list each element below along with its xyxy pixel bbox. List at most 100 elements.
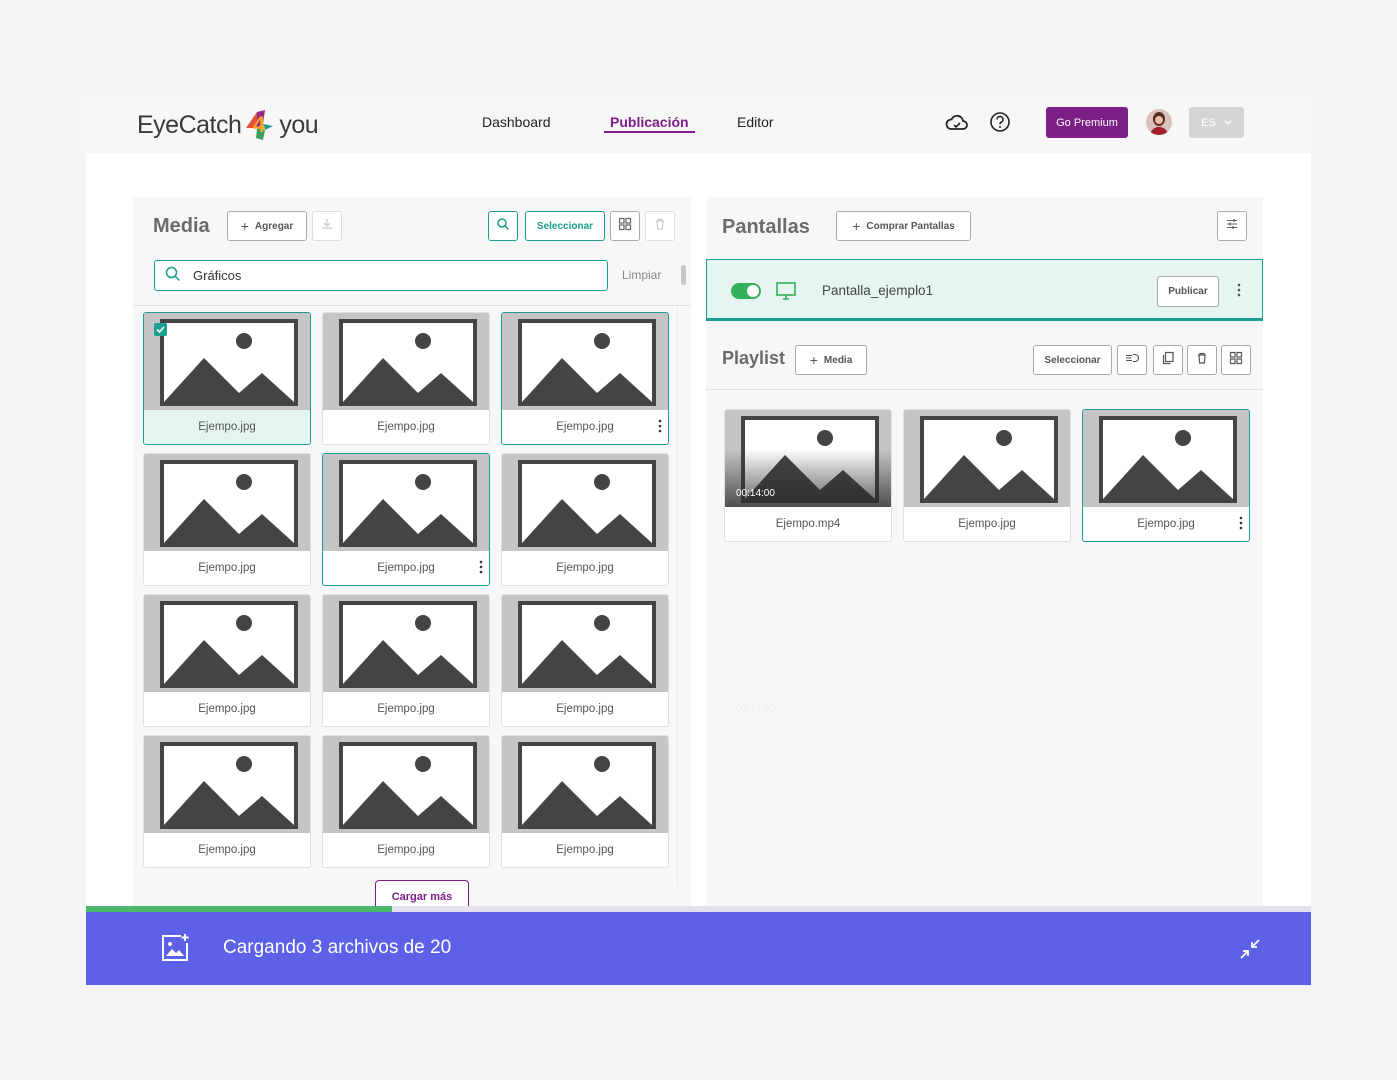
- media-card[interactable]: Ejempo.jpg: [322, 312, 490, 445]
- nav-dashboard[interactable]: Dashboard: [482, 114, 551, 130]
- ghost-timecode: 00:14:00: [736, 703, 775, 714]
- media-filename: Ejempo.jpg: [556, 844, 614, 856]
- playlist-grid-button[interactable]: [1221, 345, 1251, 375]
- more-vert-icon[interactable]: [1239, 516, 1243, 530]
- media-filename: Ejempo.jpg: [556, 562, 614, 574]
- playlist-card[interactable]: Ejempo.jpg: [903, 409, 1071, 542]
- image-placeholder-icon: [518, 742, 656, 829]
- buy-screens-label: Comprar Pantallas: [866, 220, 955, 232]
- playlist-select-button[interactable]: Seleccionar: [1033, 345, 1112, 375]
- image-placeholder-icon: [160, 319, 298, 406]
- language-value: ES: [1201, 116, 1216, 129]
- media-panel: Media + Agregar Seleccionar Gráficos Lim…: [133, 197, 691, 917]
- app-window: EyeCatch 4 you Dashboard Publicación Edi…: [86, 95, 1311, 985]
- copy-icon: [1161, 351, 1175, 370]
- media-filename: Ejempo.jpg: [377, 703, 435, 715]
- screen-row[interactable]: Pantalla_ejemplo1 Publicar: [706, 259, 1263, 321]
- brand-logo[interactable]: EyeCatch 4 you: [137, 107, 319, 143]
- search-value: Gráficos: [193, 268, 242, 283]
- image-placeholder-icon: [160, 601, 298, 688]
- upload-status-text: Cargando 3 archivos de 20: [223, 937, 452, 958]
- screen-settings-button[interactable]: [1217, 211, 1247, 241]
- more-vert-icon[interactable]: [658, 419, 662, 433]
- media-card[interactable]: Ejempo.jpg: [143, 735, 311, 868]
- media-card[interactable]: Ejempo.jpg: [501, 735, 669, 868]
- thumbnail: [144, 313, 310, 410]
- playlist-filename: Ejempo.jpg: [1137, 518, 1195, 530]
- media-card[interactable]: Ejempo.jpg: [501, 594, 669, 727]
- nav-editor[interactable]: Editor: [737, 114, 774, 130]
- thumbnail: [1083, 410, 1249, 507]
- thumbnail: [502, 736, 668, 833]
- playlist-filename: Ejempo.mp4: [775, 518, 841, 530]
- checkbox-checked-icon[interactable]: [154, 323, 167, 336]
- search-toggle-button[interactable]: [488, 211, 518, 241]
- delete-media-button[interactable]: [645, 211, 675, 241]
- playlist-card[interactable]: Ejempo.jpg: [1082, 409, 1250, 542]
- thumbnail: [502, 595, 668, 692]
- screen-toggle[interactable]: [731, 283, 761, 299]
- thumbnail: [323, 454, 489, 551]
- minimize-icon[interactable]: [1239, 938, 1261, 965]
- media-scrollbar[interactable]: [681, 265, 686, 285]
- more-vert-icon[interactable]: [1237, 283, 1241, 302]
- media-card[interactable]: Ejempo.jpg: [322, 594, 490, 727]
- add-media-button[interactable]: + Agregar: [227, 211, 307, 241]
- playlist-delete-button[interactable]: [1187, 345, 1217, 375]
- download-button[interactable]: [312, 211, 342, 241]
- media-filename: Ejempo.jpg: [198, 562, 256, 574]
- language-select[interactable]: ES: [1189, 107, 1244, 138]
- image-placeholder-icon: [920, 416, 1058, 503]
- go-premium-button[interactable]: Go Premium: [1046, 107, 1128, 138]
- add-playlist-media-label: Media: [823, 354, 853, 366]
- media-card[interactable]: Ejempo.jpg: [143, 594, 311, 727]
- sliders-icon: [1225, 217, 1239, 236]
- thumbnail: [144, 736, 310, 833]
- clear-search-link[interactable]: Limpiar: [622, 268, 661, 282]
- media-filename: Ejempo.jpg: [377, 421, 435, 433]
- playlist-transition-button[interactable]: [1117, 345, 1147, 375]
- thumbnail: [144, 454, 310, 551]
- media-card[interactable]: Ejempo.jpg: [143, 312, 311, 445]
- cloud-sync-icon[interactable]: [944, 110, 970, 136]
- plus-icon: +: [809, 352, 818, 368]
- top-header: EyeCatch 4 you Dashboard Publicación Edi…: [86, 95, 1311, 153]
- image-placeholder-icon: [160, 460, 298, 547]
- grid-view-button[interactable]: [610, 211, 640, 241]
- publish-button[interactable]: Publicar: [1157, 276, 1219, 307]
- brand-4-mark: 4: [243, 108, 277, 142]
- image-placeholder-icon: [339, 742, 477, 829]
- trash-icon: [1195, 351, 1209, 370]
- transition-icon: [1125, 351, 1140, 370]
- image-placeholder-icon: [339, 319, 477, 406]
- media-card[interactable]: Ejempo.jpg: [501, 453, 669, 586]
- nav-publicacion[interactable]: Publicación: [604, 114, 695, 133]
- brand-text-left: EyeCatch: [137, 110, 242, 139]
- user-avatar[interactable]: [1146, 109, 1172, 135]
- thumbnail: [144, 595, 310, 692]
- media-filename: Ejempo.jpg: [144, 410, 310, 444]
- media-card[interactable]: Ejempo.jpg: [322, 735, 490, 868]
- add-playlist-media-button[interactable]: + Media: [795, 345, 867, 375]
- thumbnail: [502, 313, 668, 410]
- more-vert-icon[interactable]: [479, 560, 483, 574]
- select-media-button[interactable]: Seleccionar: [525, 211, 605, 241]
- playlist-duplicate-button[interactable]: [1153, 345, 1183, 375]
- thumbnail: 00:14:00: [725, 410, 891, 507]
- image-placeholder-icon: [518, 319, 656, 406]
- image-placeholder-icon: [1099, 416, 1237, 503]
- media-search-input[interactable]: Gráficos: [154, 260, 608, 291]
- playlist-card[interactable]: 00:14:00 Ejempo.mp4: [724, 409, 892, 542]
- help-icon[interactable]: [987, 110, 1013, 136]
- playlist-filename: Ejempo.jpg: [958, 518, 1016, 530]
- media-card[interactable]: Ejempo.jpg: [501, 312, 669, 445]
- buy-screens-button[interactable]: + Comprar Pantallas: [836, 211, 971, 241]
- media-filename: Ejempo.jpg: [198, 844, 256, 856]
- media-card[interactable]: Ejempo.jpg: [322, 453, 490, 586]
- add-image-icon: [159, 932, 191, 969]
- media-card[interactable]: Ejempo.jpg: [143, 453, 311, 586]
- grid-icon: [1229, 351, 1243, 370]
- image-placeholder-icon: [339, 601, 477, 688]
- search-icon: [496, 217, 510, 236]
- search-icon: [165, 266, 181, 285]
